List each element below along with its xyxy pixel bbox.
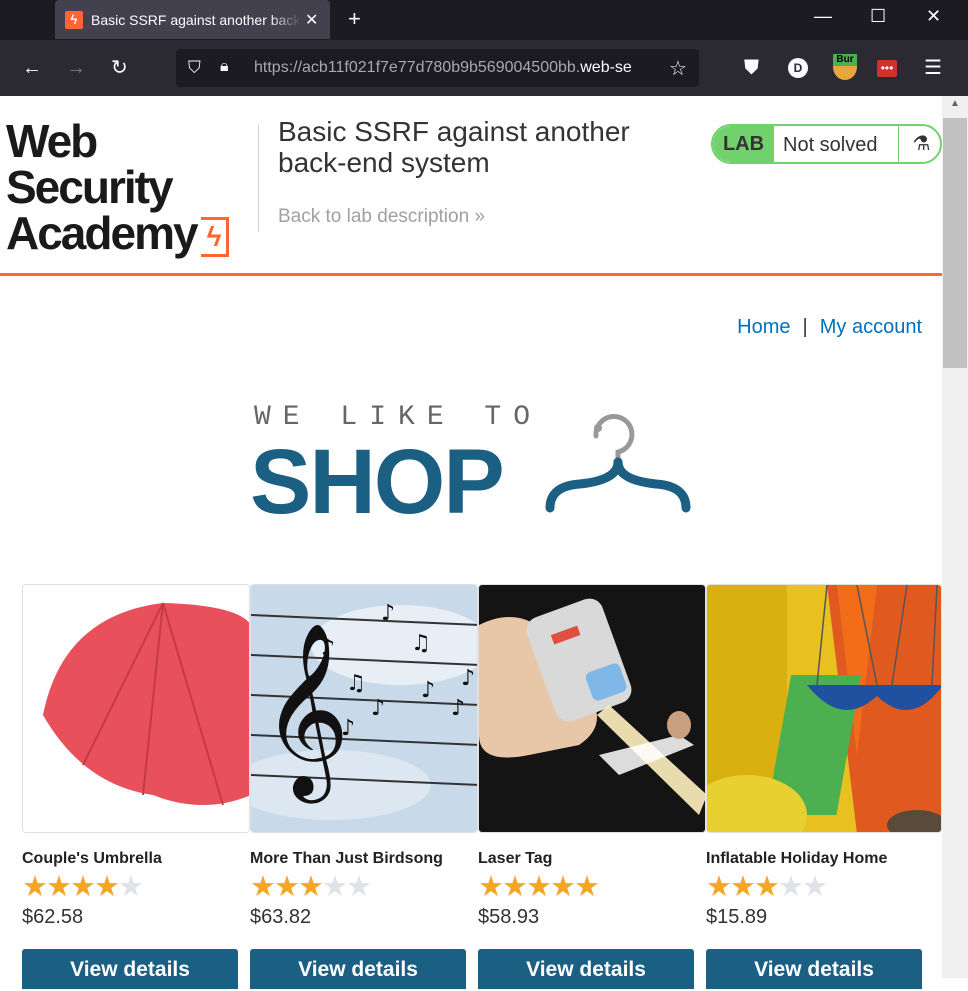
view-details-button[interactable]: View details bbox=[478, 949, 694, 989]
home-link[interactable]: Home bbox=[737, 316, 790, 338]
bookmark-star-icon[interactable]: ☆ bbox=[669, 56, 687, 81]
my-account-link[interactable]: My account bbox=[820, 316, 922, 338]
logo-mark-icon: ϟ bbox=[200, 216, 229, 257]
reload-icon[interactable]: ↻ bbox=[111, 56, 128, 80]
product-name: More Than Just Birdsong bbox=[250, 850, 443, 867]
address-bar[interactable]: ⛉ 🔒︎ https://acb11f021f7e77d780b9b569004… bbox=[176, 49, 699, 87]
burp-extension-badge: Bur bbox=[833, 54, 857, 66]
top-navigation: Home | My account bbox=[737, 316, 922, 339]
tab-close-icon[interactable]: ✕ bbox=[305, 10, 318, 30]
product-image[interactable]: 𝄞 ♪ ♪ ♫ ♫ ♪ ♪ ♪ ♪ ♪ bbox=[250, 584, 478, 833]
product-name: Laser Tag bbox=[478, 850, 553, 867]
svg-text:♪: ♪ bbox=[371, 696, 385, 721]
lab-favicon-icon: ϟ bbox=[65, 10, 83, 29]
svg-text:♪: ♪ bbox=[381, 601, 395, 626]
url-prefix: https://acb11f021f7e77d780b9b569004500bb… bbox=[254, 59, 581, 76]
logo-line2: Academy bbox=[6, 207, 199, 259]
svg-text:♫: ♫ bbox=[346, 671, 366, 696]
product-card: Inflatable Holiday Home ★★★★★ $15.89 Vie… bbox=[706, 584, 942, 989]
product-price: $15.89 bbox=[706, 906, 768, 928]
product-card: Couple's Umbrella ★★★★★ $62.58 View deta… bbox=[22, 584, 250, 989]
flask-icon: ⚗ bbox=[898, 126, 940, 162]
banner-tagline: WE LIKE TO bbox=[254, 402, 543, 433]
view-details-button[interactable]: View details bbox=[250, 949, 466, 989]
nav-separator: | bbox=[802, 316, 808, 338]
product-image[interactable] bbox=[22, 584, 250, 833]
burp-extension-icon[interactable]: Bur bbox=[833, 54, 857, 80]
scroll-up-arrow-icon[interactable]: ▲ bbox=[950, 98, 960, 109]
maximize-icon[interactable]: ☐ bbox=[870, 6, 886, 27]
product-price: $62.58 bbox=[22, 906, 84, 928]
tracking-shield-icon[interactable]: ⛉ bbox=[188, 58, 201, 78]
product-card: 𝄞 ♪ ♪ ♫ ♫ ♪ ♪ ♪ ♪ ♪ More Than Just Birdsong ★★… bbox=[250, 584, 478, 989]
account-avatar-icon[interactable]: D bbox=[788, 58, 808, 78]
product-price: $63.82 bbox=[250, 906, 312, 928]
product-price: $58.93 bbox=[478, 906, 540, 928]
banner-title: SHOP bbox=[250, 431, 505, 533]
hamburger-menu-icon[interactable]: ☰ bbox=[924, 56, 942, 80]
pocket-icon[interactable]: ⛊ bbox=[744, 56, 759, 80]
coat-hanger-icon bbox=[545, 413, 691, 513]
academy-header: Web Security Academy ϟ Basic SSRF against… bbox=[0, 96, 942, 276]
window-close-icon[interactable]: ✕ bbox=[926, 6, 941, 27]
header-divider bbox=[258, 124, 259, 232]
lab-status-text: Not solved bbox=[783, 134, 878, 156]
minimize-icon[interactable]: — bbox=[814, 6, 832, 27]
rating-stars-icon: ★★★★★ bbox=[706, 871, 828, 903]
url-text[interactable]: https://acb11f021f7e77d780b9b569004500bb… bbox=[254, 59, 658, 77]
rating-stars-icon: ★★★★★ bbox=[22, 871, 144, 903]
lock-icon[interactable]: 🔒︎ bbox=[220, 58, 229, 76]
browser-toolbar: ← → ↻ ⛉ 🔒︎ https://acb11f021f7e77d780b9b… bbox=[0, 40, 968, 96]
new-tab-button[interactable]: + bbox=[348, 6, 361, 32]
page-scrollbar[interactable]: ▲ bbox=[942, 96, 968, 978]
browser-titlebar: ϟ Basic SSRF against another back-end sy… bbox=[0, 0, 968, 40]
back-to-lab-description-link[interactable]: Back to lab description » bbox=[278, 206, 485, 228]
lab-label: LAB bbox=[713, 126, 774, 162]
scrollbar-thumb[interactable] bbox=[943, 118, 967, 368]
rating-stars-icon: ★★★★★ bbox=[478, 871, 600, 903]
product-grid: Couple's Umbrella ★★★★★ $62.58 View deta… bbox=[22, 584, 942, 989]
back-arrow-icon[interactable]: ← bbox=[22, 56, 42, 80]
logo-line1: Web Security bbox=[6, 115, 174, 213]
web-security-academy-logo[interactable]: Web Security Academy ϟ bbox=[6, 118, 256, 257]
tab-title: Basic SSRF against another back-end syst… bbox=[91, 11, 301, 28]
view-details-button[interactable]: View details bbox=[22, 949, 238, 989]
product-card: Laser Tag ★★★★★ $58.93 View details bbox=[478, 584, 706, 989]
forward-arrow-icon[interactable]: → bbox=[66, 56, 86, 80]
product-name: Couple's Umbrella bbox=[22, 850, 162, 867]
svg-text:♪: ♪ bbox=[461, 666, 475, 691]
svg-text:♪: ♪ bbox=[341, 716, 355, 741]
rating-stars-icon: ★★★★★ bbox=[250, 871, 372, 903]
lab-title: Basic SSRF against another back-end syst… bbox=[278, 116, 630, 178]
extension-icon[interactable]: ••• bbox=[877, 60, 897, 77]
web-page: Web Security Academy ϟ Basic SSRF against… bbox=[0, 96, 968, 989]
shop-banner: WE LIKE TO SHOP bbox=[250, 400, 694, 533]
product-name: Inflatable Holiday Home bbox=[706, 850, 888, 867]
browser-tab-active[interactable]: ϟ Basic SSRF against another back-end sy… bbox=[55, 0, 330, 39]
url-domain: web-se bbox=[580, 59, 632, 76]
svg-text:♪: ♪ bbox=[421, 678, 435, 703]
product-image[interactable] bbox=[478, 584, 706, 833]
product-image[interactable] bbox=[706, 584, 942, 833]
svg-text:♪: ♪ bbox=[451, 696, 465, 721]
svg-text:♫: ♫ bbox=[411, 631, 431, 656]
view-details-button[interactable]: View details bbox=[706, 949, 922, 989]
svg-text:♪: ♪ bbox=[321, 636, 335, 661]
svg-text:𝄞: 𝄞 bbox=[261, 622, 350, 804]
lab-status-badge: LAB Not solved ⚗ bbox=[711, 124, 942, 164]
